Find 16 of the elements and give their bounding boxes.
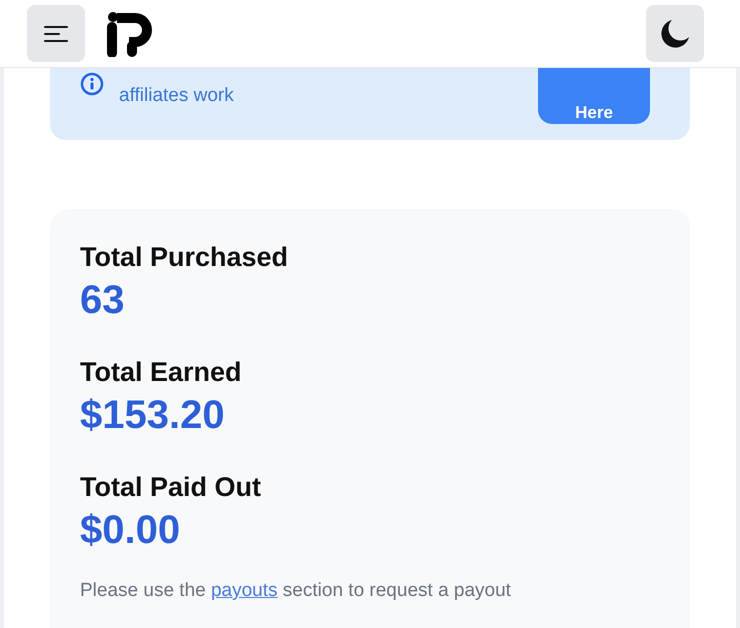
moon-icon [659,18,691,50]
stat-value: 63 [80,277,126,323]
info-icon [80,72,104,96]
logo-icon [107,10,155,56]
visit-button[interactable]: Here [538,68,650,124]
menu-icon [43,24,69,42]
stat-label: Total Earned [80,356,243,389]
info-text: affiliates work [119,84,235,108]
payouts-link[interactable]: payouts [210,580,278,601]
menu-button[interactable] [27,5,85,62]
stat-label: Total Purchased [80,241,290,274]
payout-note: Please use the payouts section to request a payout [80,579,512,603]
dark-mode-button[interactable] [646,5,704,62]
stat-value: $153.20 [80,392,226,438]
stat-value: $0.00 [80,507,182,553]
stat-label: Total Paid Out [80,471,262,504]
